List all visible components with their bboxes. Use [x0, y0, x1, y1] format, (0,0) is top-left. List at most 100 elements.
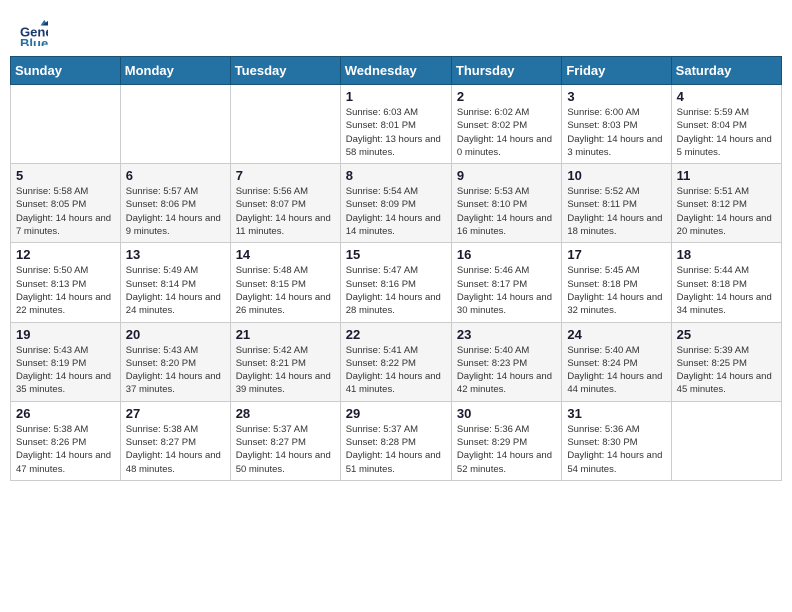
day-info: Sunrise: 6:03 AMSunset: 8:01 PMDaylight:…: [346, 106, 446, 159]
empty-cell: [671, 401, 781, 480]
day-info: Sunrise: 5:38 AMSunset: 8:26 PMDaylight:…: [16, 423, 115, 476]
day-info: Sunrise: 5:58 AMSunset: 8:05 PMDaylight:…: [16, 185, 115, 238]
week-row-1: 1 Sunrise: 6:03 AMSunset: 8:01 PMDaylight…: [11, 85, 782, 164]
day-info: Sunrise: 5:57 AMSunset: 8:06 PMDaylight:…: [126, 185, 225, 238]
day-info: Sunrise: 5:49 AMSunset: 8:14 PMDaylight:…: [126, 264, 225, 317]
day-number: 18: [677, 247, 776, 262]
header-day-sunday: Sunday: [11, 57, 121, 85]
calendar-table: SundayMondayTuesdayWednesdayThursdayFrid…: [10, 56, 782, 481]
day-number: 10: [567, 168, 665, 183]
day-number: 7: [236, 168, 335, 183]
day-cell-9: 9Sunrise: 5:53 AMSunset: 8:10 PMDaylight…: [451, 164, 561, 243]
day-cell-15: 15 Sunrise: 5:47 AMSunset: 8:16 PMDayligh…: [340, 243, 451, 322]
day-info: Sunrise: 5:43 AMSunset: 8:19 PMDaylight:…: [16, 344, 115, 397]
day-info: Sunrise: 5:56 AMSunset: 8:07 PMDaylight:…: [236, 185, 335, 238]
day-info: Sunrise: 5:41 AMSunset: 8:22 PMDaylight:…: [346, 344, 446, 397]
day-cell-29: 29 Sunrise: 5:37 AMSunset: 8:28 PMDayligh…: [340, 401, 451, 480]
day-cell-2: 2Sunrise: 6:02 AMSunset: 8:02 PMDaylight…: [451, 85, 561, 164]
day-number: 15: [346, 247, 446, 262]
day-info: Sunrise: 5:44 AMSunset: 8:18 PMDaylight:…: [677, 264, 776, 317]
day-info: Sunrise: 5:52 AMSunset: 8:11 PMDaylight:…: [567, 185, 665, 238]
empty-cell: [120, 85, 230, 164]
day-cell-8: 8 Sunrise: 5:54 AMSunset: 8:09 PMDaylight…: [340, 164, 451, 243]
day-info: Sunrise: 5:36 AMSunset: 8:29 PMDaylight:…: [457, 423, 556, 476]
page-header: General Blue: [10, 10, 782, 50]
header-row: SundayMondayTuesdayWednesdayThursdayFrid…: [11, 57, 782, 85]
day-cell-10: 10 Sunrise: 5:52 AMSunset: 8:11 PMDayligh…: [562, 164, 671, 243]
day-cell-19: 19 Sunrise: 5:43 AMSunset: 8:19 PMDayligh…: [11, 322, 121, 401]
day-number: 1: [346, 89, 446, 104]
empty-cell: [230, 85, 340, 164]
day-cell-20: 20Sunrise: 5:43 AMSunset: 8:20 PMDayligh…: [120, 322, 230, 401]
day-cell-16: 16 Sunrise: 5:46 AMSunset: 8:17 PMDayligh…: [451, 243, 561, 322]
week-row-4: 19 Sunrise: 5:43 AMSunset: 8:19 PMDayligh…: [11, 322, 782, 401]
day-info: Sunrise: 6:02 AMSunset: 8:02 PMDaylight:…: [457, 106, 556, 159]
day-info: Sunrise: 5:46 AMSunset: 8:17 PMDaylight:…: [457, 264, 556, 317]
day-number: 26: [16, 406, 115, 421]
logo-icon: General Blue: [20, 18, 48, 46]
day-info: Sunrise: 5:36 AMSunset: 8:30 PMDaylight:…: [567, 423, 665, 476]
day-number: 29: [346, 406, 446, 421]
day-info: Sunrise: 5:40 AMSunset: 8:23 PMDaylight:…: [457, 344, 556, 397]
day-cell-5: 5 Sunrise: 5:58 AMSunset: 8:05 PMDaylight…: [11, 164, 121, 243]
day-info: Sunrise: 5:47 AMSunset: 8:16 PMDaylight:…: [346, 264, 446, 317]
logo: General Blue: [20, 18, 52, 46]
day-number: 19: [16, 327, 115, 342]
day-cell-4: 4Sunrise: 5:59 AMSunset: 8:04 PMDaylight…: [671, 85, 781, 164]
day-cell-14: 14 Sunrise: 5:48 AMSunset: 8:15 PMDayligh…: [230, 243, 340, 322]
day-number: 5: [16, 168, 115, 183]
day-number: 31: [567, 406, 665, 421]
day-info: Sunrise: 5:42 AMSunset: 8:21 PMDaylight:…: [236, 344, 335, 397]
day-cell-18: 18 Sunrise: 5:44 AMSunset: 8:18 PMDayligh…: [671, 243, 781, 322]
day-info: Sunrise: 5:38 AMSunset: 8:27 PMDaylight:…: [126, 423, 225, 476]
day-number: 6: [126, 168, 225, 183]
day-number: 12: [16, 247, 115, 262]
day-number: 23: [457, 327, 556, 342]
day-number: 20: [126, 327, 225, 342]
day-cell-3: 3Sunrise: 6:00 AMSunset: 8:03 PMDaylight…: [562, 85, 671, 164]
day-number: 24: [567, 327, 665, 342]
day-cell-28: 28Sunrise: 5:37 AMSunset: 8:27 PMDayligh…: [230, 401, 340, 480]
day-number: 4: [677, 89, 776, 104]
day-number: 11: [677, 168, 776, 183]
day-info: Sunrise: 5:50 AMSunset: 8:13 PMDaylight:…: [16, 264, 115, 317]
svg-text:Blue: Blue: [20, 36, 48, 46]
day-number: 27: [126, 406, 225, 421]
header-day-tuesday: Tuesday: [230, 57, 340, 85]
week-row-2: 5 Sunrise: 5:58 AMSunset: 8:05 PMDaylight…: [11, 164, 782, 243]
day-cell-17: 17Sunrise: 5:45 AMSunset: 8:18 PMDayligh…: [562, 243, 671, 322]
header-day-friday: Friday: [562, 57, 671, 85]
day-info: Sunrise: 5:37 AMSunset: 8:28 PMDaylight:…: [346, 423, 446, 476]
day-info: Sunrise: 5:39 AMSunset: 8:25 PMDaylight:…: [677, 344, 776, 397]
day-cell-13: 13 Sunrise: 5:49 AMSunset: 8:14 PMDayligh…: [120, 243, 230, 322]
day-info: Sunrise: 5:37 AMSunset: 8:27 PMDaylight:…: [236, 423, 335, 476]
header-day-thursday: Thursday: [451, 57, 561, 85]
day-number: 30: [457, 406, 556, 421]
day-number: 3: [567, 89, 665, 104]
day-info: Sunrise: 5:54 AMSunset: 8:09 PMDaylight:…: [346, 185, 446, 238]
day-cell-26: 26 Sunrise: 5:38 AMSunset: 8:26 PMDayligh…: [11, 401, 121, 480]
day-number: 21: [236, 327, 335, 342]
day-cell-1: 1 Sunrise: 6:03 AMSunset: 8:01 PMDaylight…: [340, 85, 451, 164]
day-cell-11: 11 Sunrise: 5:51 AMSunset: 8:12 PMDayligh…: [671, 164, 781, 243]
day-cell-12: 12 Sunrise: 5:50 AMSunset: 8:13 PMDayligh…: [11, 243, 121, 322]
day-number: 9: [457, 168, 556, 183]
day-number: 16: [457, 247, 556, 262]
day-cell-22: 22Sunrise: 5:41 AMSunset: 8:22 PMDayligh…: [340, 322, 451, 401]
header-day-monday: Monday: [120, 57, 230, 85]
day-number: 25: [677, 327, 776, 342]
day-info: Sunrise: 5:40 AMSunset: 8:24 PMDaylight:…: [567, 344, 665, 397]
header-day-wednesday: Wednesday: [340, 57, 451, 85]
day-cell-27: 27 Sunrise: 5:38 AMSunset: 8:27 PMDayligh…: [120, 401, 230, 480]
week-row-5: 26 Sunrise: 5:38 AMSunset: 8:26 PMDayligh…: [11, 401, 782, 480]
week-row-3: 12 Sunrise: 5:50 AMSunset: 8:13 PMDayligh…: [11, 243, 782, 322]
day-cell-24: 24 Sunrise: 5:40 AMSunset: 8:24 PMDayligh…: [562, 322, 671, 401]
day-cell-25: 25 Sunrise: 5:39 AMSunset: 8:25 PMDayligh…: [671, 322, 781, 401]
day-number: 8: [346, 168, 446, 183]
day-number: 14: [236, 247, 335, 262]
day-cell-6: 6 Sunrise: 5:57 AMSunset: 8:06 PMDaylight…: [120, 164, 230, 243]
day-number: 13: [126, 247, 225, 262]
day-info: Sunrise: 5:51 AMSunset: 8:12 PMDaylight:…: [677, 185, 776, 238]
day-info: Sunrise: 5:48 AMSunset: 8:15 PMDaylight:…: [236, 264, 335, 317]
day-cell-23: 23 Sunrise: 5:40 AMSunset: 8:23 PMDayligh…: [451, 322, 561, 401]
